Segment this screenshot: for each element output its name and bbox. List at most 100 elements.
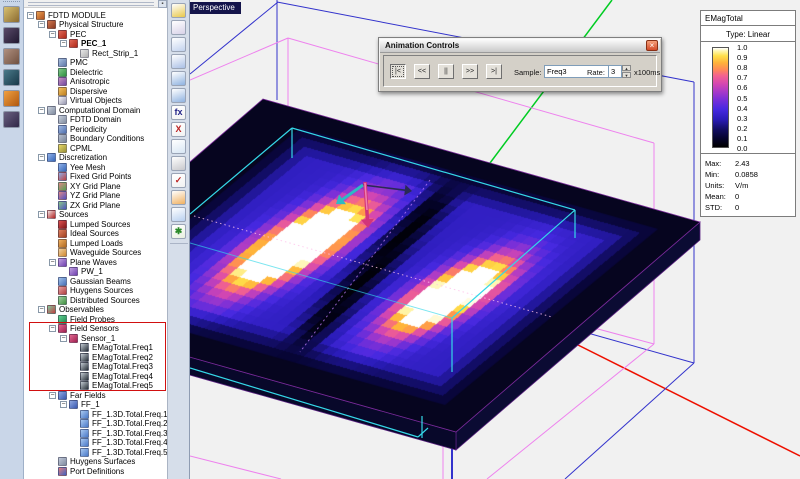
validate-check-icon[interactable]: ✓ xyxy=(171,173,186,188)
tree-item-cpml[interactable]: CPML xyxy=(24,143,168,153)
tree-item-pec-1[interactable]: −PEC_1 xyxy=(24,39,168,49)
tools-icon[interactable] xyxy=(171,156,186,171)
tree-item-huygens-sources[interactable]: Huygens Sources xyxy=(24,286,168,296)
tree-item-ideal-sources[interactable]: Ideal Sources xyxy=(24,229,168,239)
tree-item-fdtd-module[interactable]: −FDTD MODULE xyxy=(24,10,168,20)
tree-item-emagtotal-freq1[interactable]: EMagTotal.Freq1 xyxy=(24,343,168,353)
expand-collapse-icon[interactable]: − xyxy=(38,154,45,161)
expand-collapse-icon[interactable]: − xyxy=(38,21,45,28)
step-back-button[interactable]: << xyxy=(414,64,430,79)
close-icon[interactable]: × xyxy=(646,40,658,51)
tree-item-ff-1-3d-total-freq-1[interactable]: FF_1.3D.Total.Freq.1 xyxy=(24,409,168,419)
sample-input[interactable]: Freq3 xyxy=(544,65,618,78)
tree-item-sensor-1[interactable]: −Sensor_1 xyxy=(24,333,168,343)
tree-item-ff-1-3d-total-freq-2[interactable]: FF_1.3D.Total.Freq.2 xyxy=(24,419,168,429)
simulation-icon[interactable] xyxy=(3,69,20,86)
expand-collapse-icon[interactable]: − xyxy=(27,12,34,19)
sheets-icon[interactable] xyxy=(171,54,186,69)
tree-item-observables[interactable]: −Observables xyxy=(24,305,168,315)
tree-item-rect-strip-1[interactable]: Rect_Strip_1 xyxy=(24,48,168,58)
tree-item-lumped-sources[interactable]: Lumped Sources xyxy=(24,219,168,229)
tree-item-gaussian-beams[interactable]: Gaussian Beams xyxy=(24,276,168,286)
tree-item-dielectric[interactable]: Dielectric xyxy=(24,67,168,77)
tree-item-emagtotal-freq2[interactable]: EMagTotal.Freq2 xyxy=(24,352,168,362)
ruler-icon[interactable] xyxy=(171,3,186,18)
tree-item-plane-waves[interactable]: −Plane Waves xyxy=(24,257,168,267)
tree-grip[interactable] xyxy=(28,2,154,6)
grid-table2-icon[interactable] xyxy=(171,88,186,103)
tree-item-fdtd-domain[interactable]: FDTD Domain xyxy=(24,115,168,125)
tree-item-discretization[interactable]: −Discretization xyxy=(24,153,168,163)
tree-item-ff-1-3d-total-freq-5[interactable]: FF_1.3D.Total.Freq.5 xyxy=(24,447,168,457)
expand-collapse-icon[interactable]: − xyxy=(60,335,67,342)
tree-item-pec[interactable]: −PEC xyxy=(24,29,168,39)
rate-input[interactable]: 3 xyxy=(608,65,622,78)
expand-collapse-icon[interactable]: − xyxy=(38,211,45,218)
tree-item-pmc[interactable]: PMC xyxy=(24,58,168,68)
materials-icon[interactable] xyxy=(3,27,20,44)
project-icon[interactable] xyxy=(3,6,20,23)
tree-item-distributed-sources[interactable]: Distributed Sources xyxy=(24,295,168,305)
tree-item-waveguide-sources[interactable]: Waveguide Sources xyxy=(24,248,168,258)
go-first-button[interactable]: |< xyxy=(390,64,406,79)
rate-spin-down-icon[interactable]: ▼ xyxy=(622,72,631,78)
toolbar-grip[interactable] xyxy=(3,1,20,4)
tree-item-yz-grid-plane[interactable]: YZ Grid Plane xyxy=(24,191,168,201)
viewport-tab[interactable]: Perspective xyxy=(190,2,241,14)
tree-item-emagtotal-freq5[interactable]: EMagTotal.Freq5 xyxy=(24,381,168,391)
rate-spin-up-icon[interactable]: ▲ xyxy=(622,65,631,71)
expand-collapse-icon[interactable]: − xyxy=(60,40,67,47)
tree-item-field-probes[interactable]: Field Probes xyxy=(24,314,168,324)
tree-item-emagtotal-freq4[interactable]: EMagTotal.Freq4 xyxy=(24,371,168,381)
tree-item-physical-structure[interactable]: −Physical Structure xyxy=(24,20,168,30)
tree-item-computational-domain[interactable]: −Computational Domain xyxy=(24,105,168,115)
expand-collapse-icon[interactable]: − xyxy=(49,392,56,399)
tree-item-anisotropic[interactable]: Anisotropic xyxy=(24,77,168,87)
expand-collapse-icon[interactable]: − xyxy=(60,401,67,408)
tree-item-dispersive[interactable]: Dispersive xyxy=(24,86,168,96)
tree-item-fixed-grid-points[interactable]: Fixed Grid Points xyxy=(24,172,168,182)
go-last-button[interactable]: >| xyxy=(486,64,502,79)
clear-x-icon[interactable]: X xyxy=(171,122,186,137)
run-burst-icon[interactable]: ✱ xyxy=(171,224,186,239)
animation-controls-dialog[interactable]: Animation Controls × |<<<||>>>|Sample:Fr… xyxy=(378,37,662,92)
fx-icon[interactable]: fx xyxy=(171,105,186,120)
tree-item-ff-1-3d-total-freq-3[interactable]: FF_1.3D.Total.Freq.3 xyxy=(24,428,168,438)
tree-collapse-button[interactable]: ▪ xyxy=(158,0,167,8)
expand-collapse-icon[interactable]: − xyxy=(49,31,56,38)
tree-item-port-definitions[interactable]: Port Definitions xyxy=(24,466,168,476)
tree-item-sources[interactable]: −Sources xyxy=(24,210,168,220)
tree-item-virtual-objects[interactable]: Virtual Objects xyxy=(24,96,168,106)
tree-item-periodicity[interactable]: Periodicity xyxy=(24,124,168,134)
tree-item-ff-1[interactable]: −FF_1 xyxy=(24,400,168,410)
grid-table-icon[interactable] xyxy=(171,71,186,86)
expand-collapse-icon[interactable]: − xyxy=(38,306,45,313)
tree-item-ff-1-3d-total-freq-4[interactable]: FF_1.3D.Total.Freq.4 xyxy=(24,438,168,448)
expand-collapse-icon[interactable]: − xyxy=(49,325,56,332)
tree-item-pw-1[interactable]: PW_1 xyxy=(24,267,168,277)
pause-button[interactable]: || xyxy=(438,64,454,79)
expand-collapse-icon[interactable]: − xyxy=(49,259,56,266)
layers-icon[interactable] xyxy=(171,37,186,52)
tree-item-far-fields[interactable]: −Far Fields xyxy=(24,390,168,400)
dialog-titlebar[interactable]: Animation Controls xyxy=(380,39,660,53)
library-icon[interactable] xyxy=(3,48,20,65)
tree-item-boundary-conditions[interactable]: Boundary Conditions xyxy=(24,134,168,144)
results-icon[interactable] xyxy=(3,90,20,107)
components-icon[interactable] xyxy=(3,111,20,128)
paint-icon[interactable] xyxy=(171,190,186,205)
tree-item-emagtotal-freq3[interactable]: EMagTotal.Freq3 xyxy=(24,362,168,372)
tree-item-huygens-surfaces[interactable]: Huygens Surfaces xyxy=(24,457,168,467)
step-forward-button[interactable]: >> xyxy=(462,64,478,79)
tree-item-xy-grid-plane[interactable]: XY Grid Plane xyxy=(24,181,168,191)
tree-item-lumped-loads[interactable]: Lumped Loads xyxy=(24,238,168,248)
3d-viewport[interactable]: Perspective Animation Controls × |< << || >… xyxy=(190,0,800,479)
notebook-icon[interactable] xyxy=(171,207,186,222)
wireframe-line xyxy=(341,185,363,201)
tree-item-yee-mesh[interactable]: Yee Mesh xyxy=(24,162,168,172)
chart-icon[interactable] xyxy=(171,139,186,154)
tree-item-zx-grid-plane[interactable]: ZX Grid Plane xyxy=(24,200,168,210)
nodes-icon[interactable] xyxy=(171,20,186,35)
expand-collapse-icon[interactable]: − xyxy=(38,107,45,114)
tree-item-field-sensors[interactable]: −Field Sensors xyxy=(24,324,168,334)
